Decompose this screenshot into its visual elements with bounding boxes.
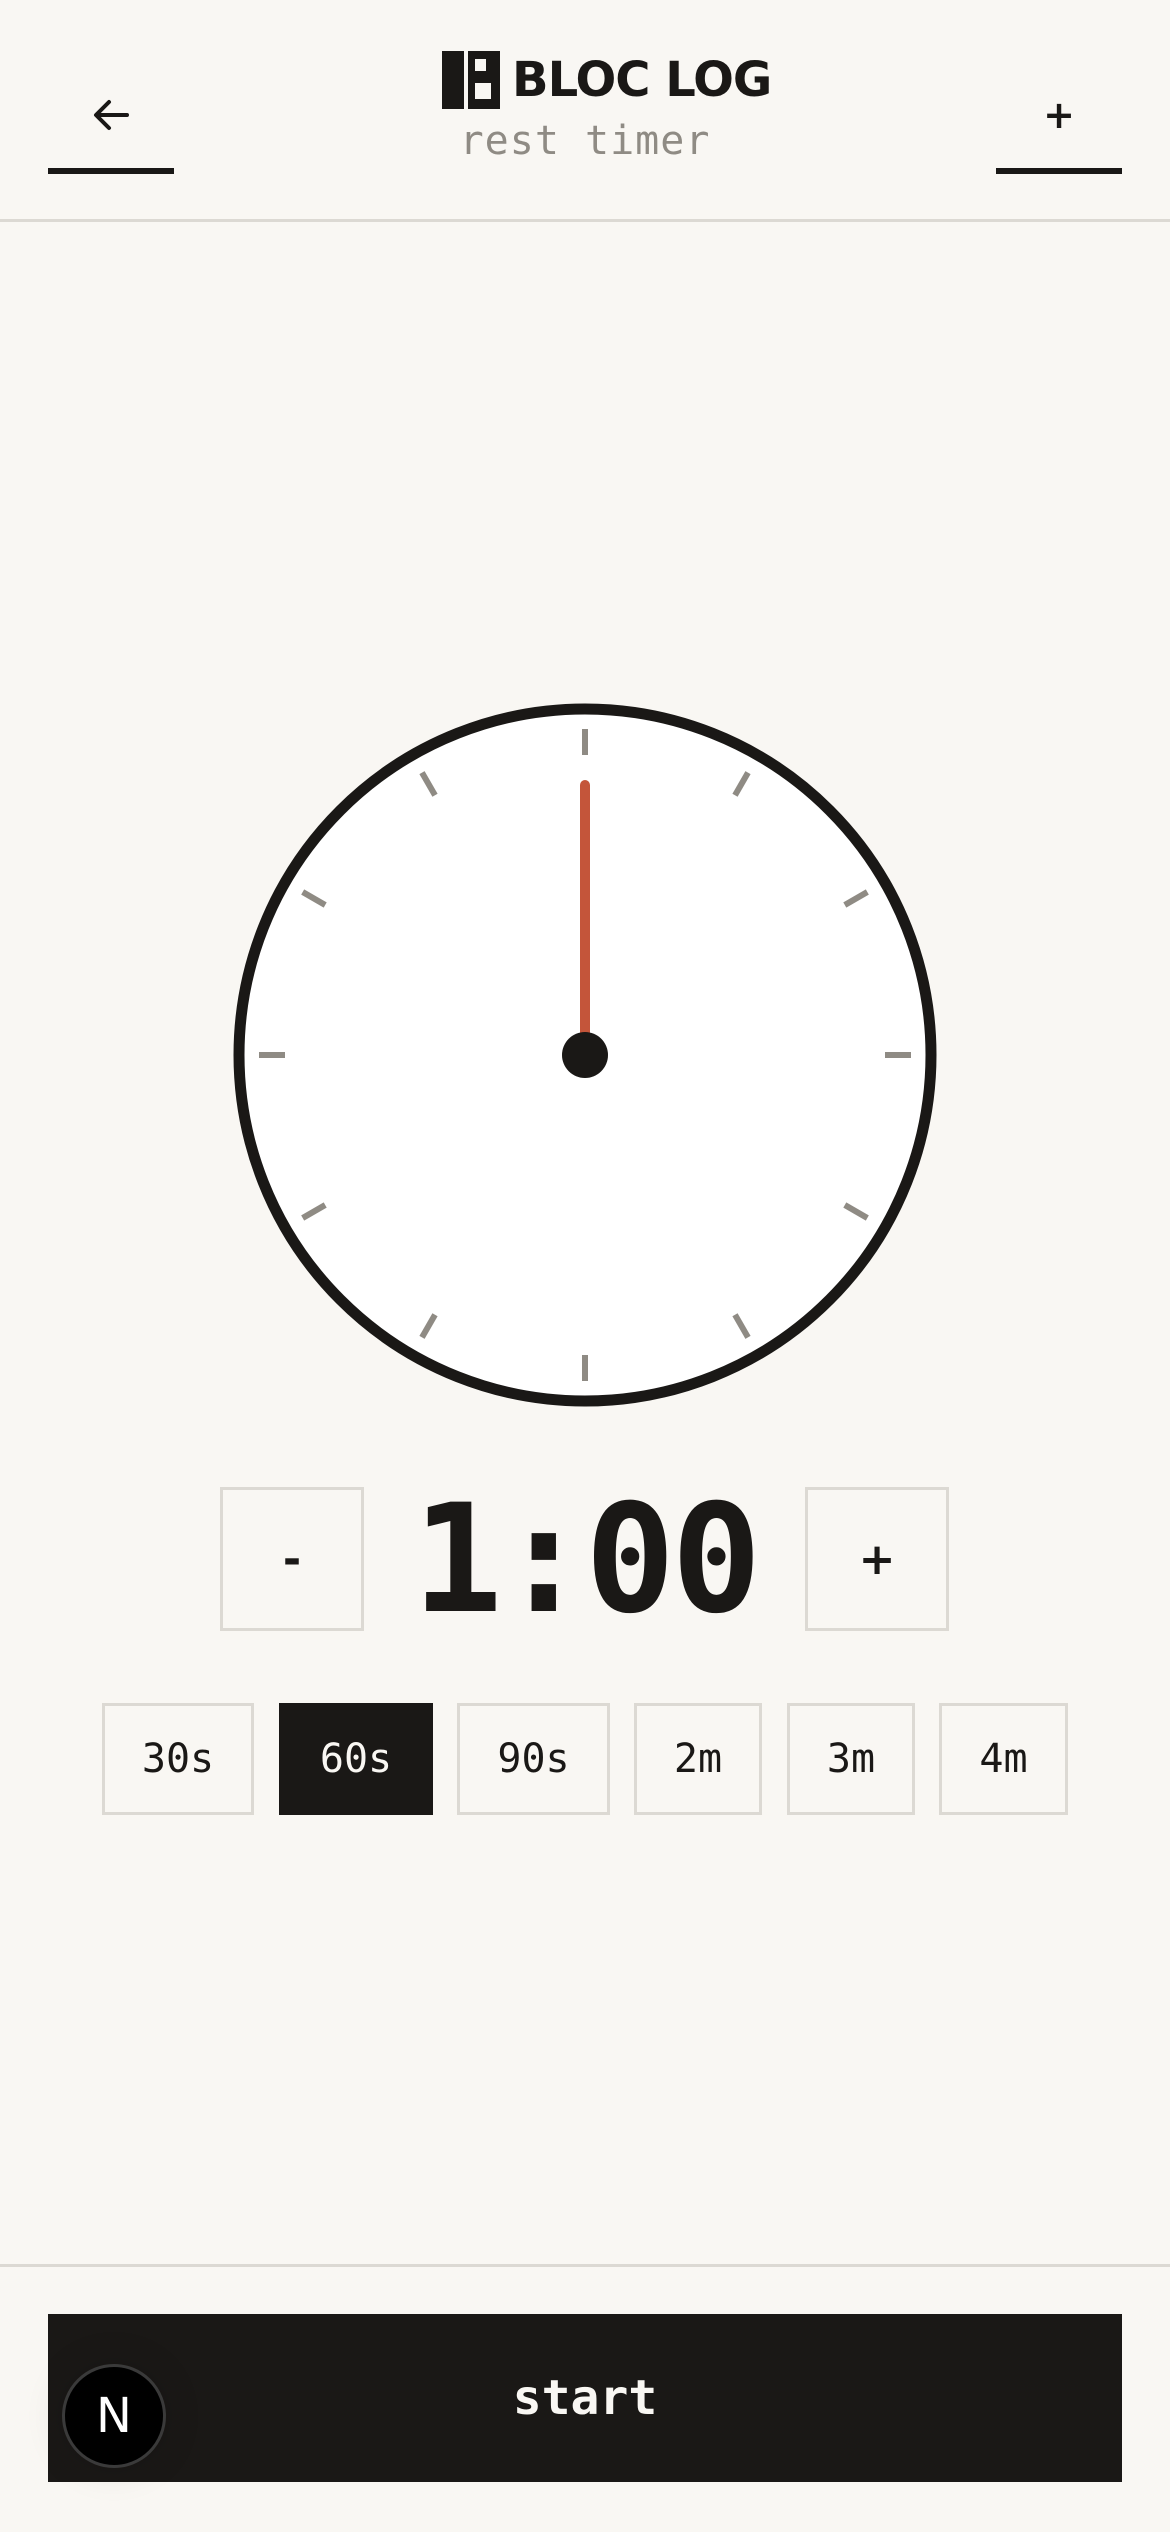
preset-90s-button[interactable]: 90s: [457, 1703, 610, 1815]
time-display: 1:00: [412, 1473, 761, 1647]
decrease-time-button[interactable]: -: [220, 1487, 364, 1631]
dial-center-pin: [562, 1032, 608, 1078]
app-header: BLOC LOG rest timer +: [0, 0, 1170, 222]
logo-icon: [442, 51, 500, 109]
badge-letter: N: [96, 2388, 132, 2444]
preset-bar: 30s 60s 90s 2m 3m 4m: [0, 1703, 1170, 1815]
add-button[interactable]: +: [996, 62, 1122, 174]
preset-4m-button[interactable]: 4m: [939, 1703, 1068, 1815]
footer-divider: [0, 2264, 1170, 2267]
app-title: BLOC LOG: [512, 52, 772, 108]
preset-2m-button[interactable]: 2m: [634, 1703, 762, 1815]
plus-icon: +: [1043, 93, 1075, 137]
preset-30s-button[interactable]: 30s: [102, 1703, 254, 1815]
timer-dial: [233, 703, 937, 1407]
preset-3m-button[interactable]: 3m: [787, 1703, 915, 1815]
preset-60s-button[interactable]: 60s: [279, 1703, 433, 1815]
start-button[interactable]: start: [48, 2314, 1122, 2482]
increase-time-button[interactable]: +: [805, 1487, 949, 1631]
brand: BLOC LOG: [442, 50, 772, 110]
dev-tools-badge[interactable]: N: [62, 2364, 166, 2468]
page-subtitle: rest timer: [459, 118, 711, 164]
